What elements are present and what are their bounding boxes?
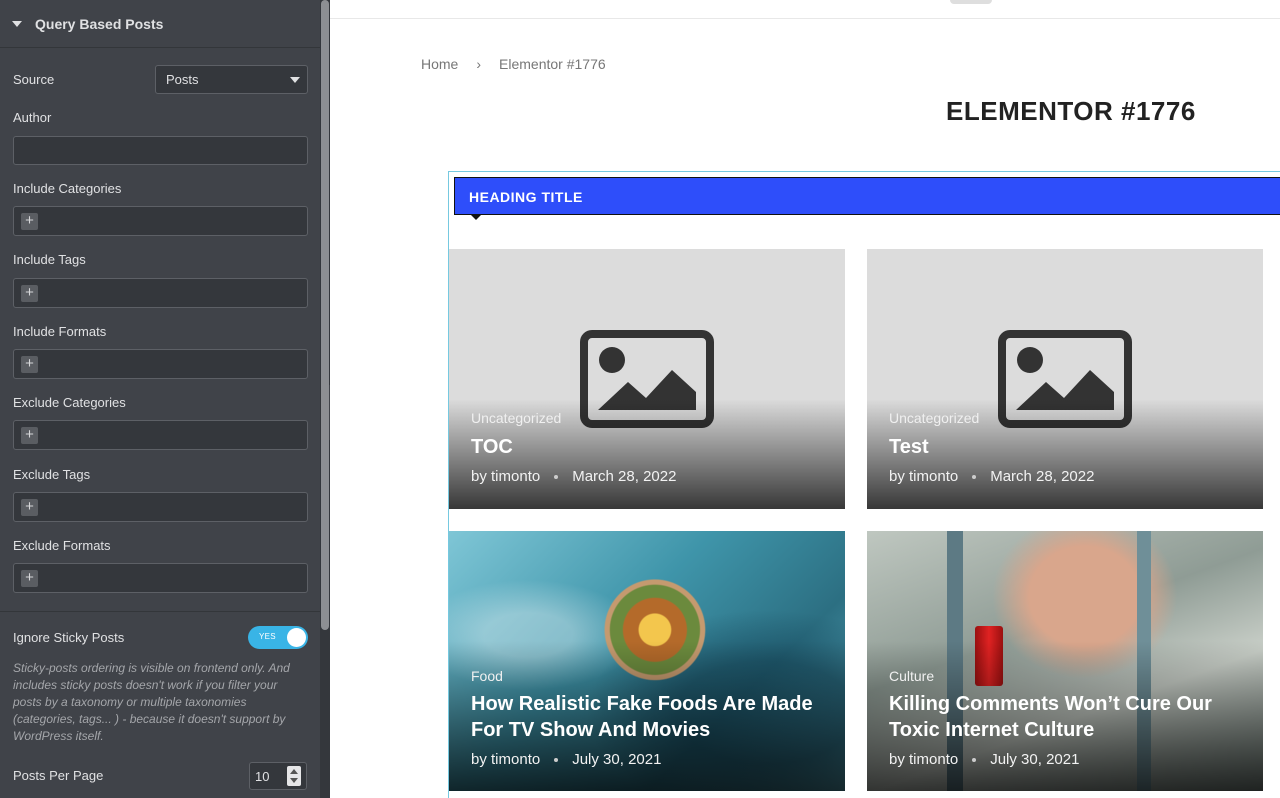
exclude-categories-label: Exclude Categories bbox=[13, 395, 126, 410]
sticky-help-text: Sticky-posts ordering is visible on fron… bbox=[13, 661, 290, 743]
toggle-on-text: YES bbox=[259, 632, 276, 641]
section-divider bbox=[0, 611, 320, 612]
sidebar-panel: Query Based Posts Source Posts Author In… bbox=[0, 0, 320, 798]
exclude-categories-input[interactable]: + bbox=[13, 420, 308, 450]
stepper-up-icon[interactable] bbox=[290, 769, 298, 774]
exclude-tags-label: Exclude Tags bbox=[13, 467, 91, 482]
post-author[interactable]: by timonto bbox=[889, 751, 958, 768]
chevron-down-icon bbox=[290, 77, 300, 83]
include-tags-label: Include Tags bbox=[13, 252, 86, 267]
include-categories-label: Include Categories bbox=[13, 181, 122, 196]
breadcrumb-home[interactable]: Home bbox=[421, 56, 458, 72]
post-date: March 28, 2022 bbox=[572, 468, 677, 485]
heading-notch bbox=[470, 214, 482, 220]
exclude-formats-label: Exclude Formats bbox=[13, 538, 111, 553]
post-category[interactable]: Uncategorized bbox=[471, 410, 561, 426]
post-meta: by timonto March 28, 2022 bbox=[471, 468, 676, 485]
post-title[interactable]: Killing Comments Won’t Cure Our Toxic In… bbox=[889, 691, 1249, 743]
site-logo[interactable] bbox=[950, 0, 992, 4]
exclude-formats-input[interactable]: + bbox=[13, 563, 308, 593]
page-preview: Home › Elementor #1776 ELEMENTOR #1776 H… bbox=[330, 0, 1280, 798]
breadcrumb-current: Elementor #1776 bbox=[499, 56, 606, 72]
scrollbar-thumb[interactable] bbox=[321, 0, 329, 630]
editor-sidebar: Query Based Posts Source Posts Author In… bbox=[0, 0, 330, 798]
ignore-sticky-toggle[interactable]: YES bbox=[248, 626, 308, 649]
author-input[interactable] bbox=[13, 136, 308, 165]
post-author[interactable]: by timonto bbox=[471, 468, 540, 485]
include-formats-input[interactable]: + bbox=[13, 349, 308, 379]
post-card[interactable]: Culture Killing Comments Won’t Cure Our … bbox=[867, 531, 1263, 791]
post-card[interactable]: Uncategorized Test by timonto March 28, … bbox=[867, 249, 1263, 509]
post-card[interactable]: Food How Realistic Fake Foods Are Made F… bbox=[449, 531, 845, 791]
posts-per-page-value: 10 bbox=[255, 769, 270, 784]
ignore-sticky-label: Ignore Sticky Posts bbox=[13, 630, 125, 645]
post-card[interactable]: Uncategorized TOC by timonto March 28, 2… bbox=[449, 249, 845, 509]
post-date: March 28, 2022 bbox=[990, 468, 1095, 485]
section-header-query-based-posts[interactable]: Query Based Posts bbox=[0, 0, 320, 48]
author-label: Author bbox=[13, 110, 52, 125]
post-meta: by timonto July 30, 2021 bbox=[889, 751, 1079, 768]
plus-icon[interactable]: + bbox=[21, 356, 38, 373]
meta-separator-dot bbox=[972, 474, 977, 479]
plus-icon[interactable]: + bbox=[21, 213, 38, 230]
source-select-value: Posts bbox=[166, 72, 199, 87]
heading-title-bar[interactable]: HEADING TITLE bbox=[454, 177, 1280, 215]
plus-icon[interactable]: + bbox=[21, 570, 38, 587]
heading-title-text: HEADING TITLE bbox=[469, 189, 583, 205]
post-title[interactable]: Test bbox=[889, 434, 1249, 460]
post-meta: by timonto March 28, 2022 bbox=[889, 468, 1094, 485]
stepper-down-icon[interactable] bbox=[290, 778, 298, 783]
header-divider bbox=[330, 18, 1280, 19]
page-title: ELEMENTOR #1776 bbox=[946, 96, 1196, 126]
caret-down-icon bbox=[12, 20, 22, 27]
post-category[interactable]: Culture bbox=[889, 668, 934, 684]
meta-separator-dot bbox=[554, 757, 559, 762]
plus-icon[interactable]: + bbox=[21, 285, 38, 302]
post-date: July 30, 2021 bbox=[572, 751, 662, 768]
include-formats-label: Include Formats bbox=[13, 324, 107, 339]
toggle-knob bbox=[287, 628, 306, 647]
post-title[interactable]: TOC bbox=[471, 434, 831, 460]
source-label: Source bbox=[13, 72, 55, 87]
chevron-right-icon: › bbox=[476, 56, 482, 72]
plus-icon[interactable]: + bbox=[21, 499, 38, 516]
post-category[interactable]: Food bbox=[471, 668, 503, 684]
include-categories-input[interactable]: + bbox=[13, 206, 308, 236]
meta-separator-dot bbox=[554, 474, 559, 479]
number-stepper[interactable] bbox=[287, 766, 301, 786]
post-author[interactable]: by timonto bbox=[889, 468, 958, 485]
source-select[interactable]: Posts bbox=[155, 65, 308, 94]
breadcrumb: Home › Elementor #1776 bbox=[421, 56, 606, 72]
posts-per-page-input[interactable]: 10 bbox=[249, 762, 307, 790]
post-category[interactable]: Uncategorized bbox=[889, 410, 979, 426]
meta-separator-dot bbox=[972, 757, 977, 762]
post-title[interactable]: How Realistic Fake Foods Are Made For TV… bbox=[471, 691, 831, 743]
post-author[interactable]: by timonto bbox=[471, 751, 540, 768]
post-meta: by timonto July 30, 2021 bbox=[471, 751, 661, 768]
exclude-tags-input[interactable]: + bbox=[13, 492, 308, 522]
posts-per-page-label: Posts Per Page bbox=[13, 768, 104, 783]
include-tags-input[interactable]: + bbox=[13, 278, 308, 308]
section-title: Query Based Posts bbox=[35, 15, 164, 32]
post-date: July 30, 2021 bbox=[990, 751, 1080, 768]
plus-icon[interactable]: + bbox=[21, 427, 38, 444]
